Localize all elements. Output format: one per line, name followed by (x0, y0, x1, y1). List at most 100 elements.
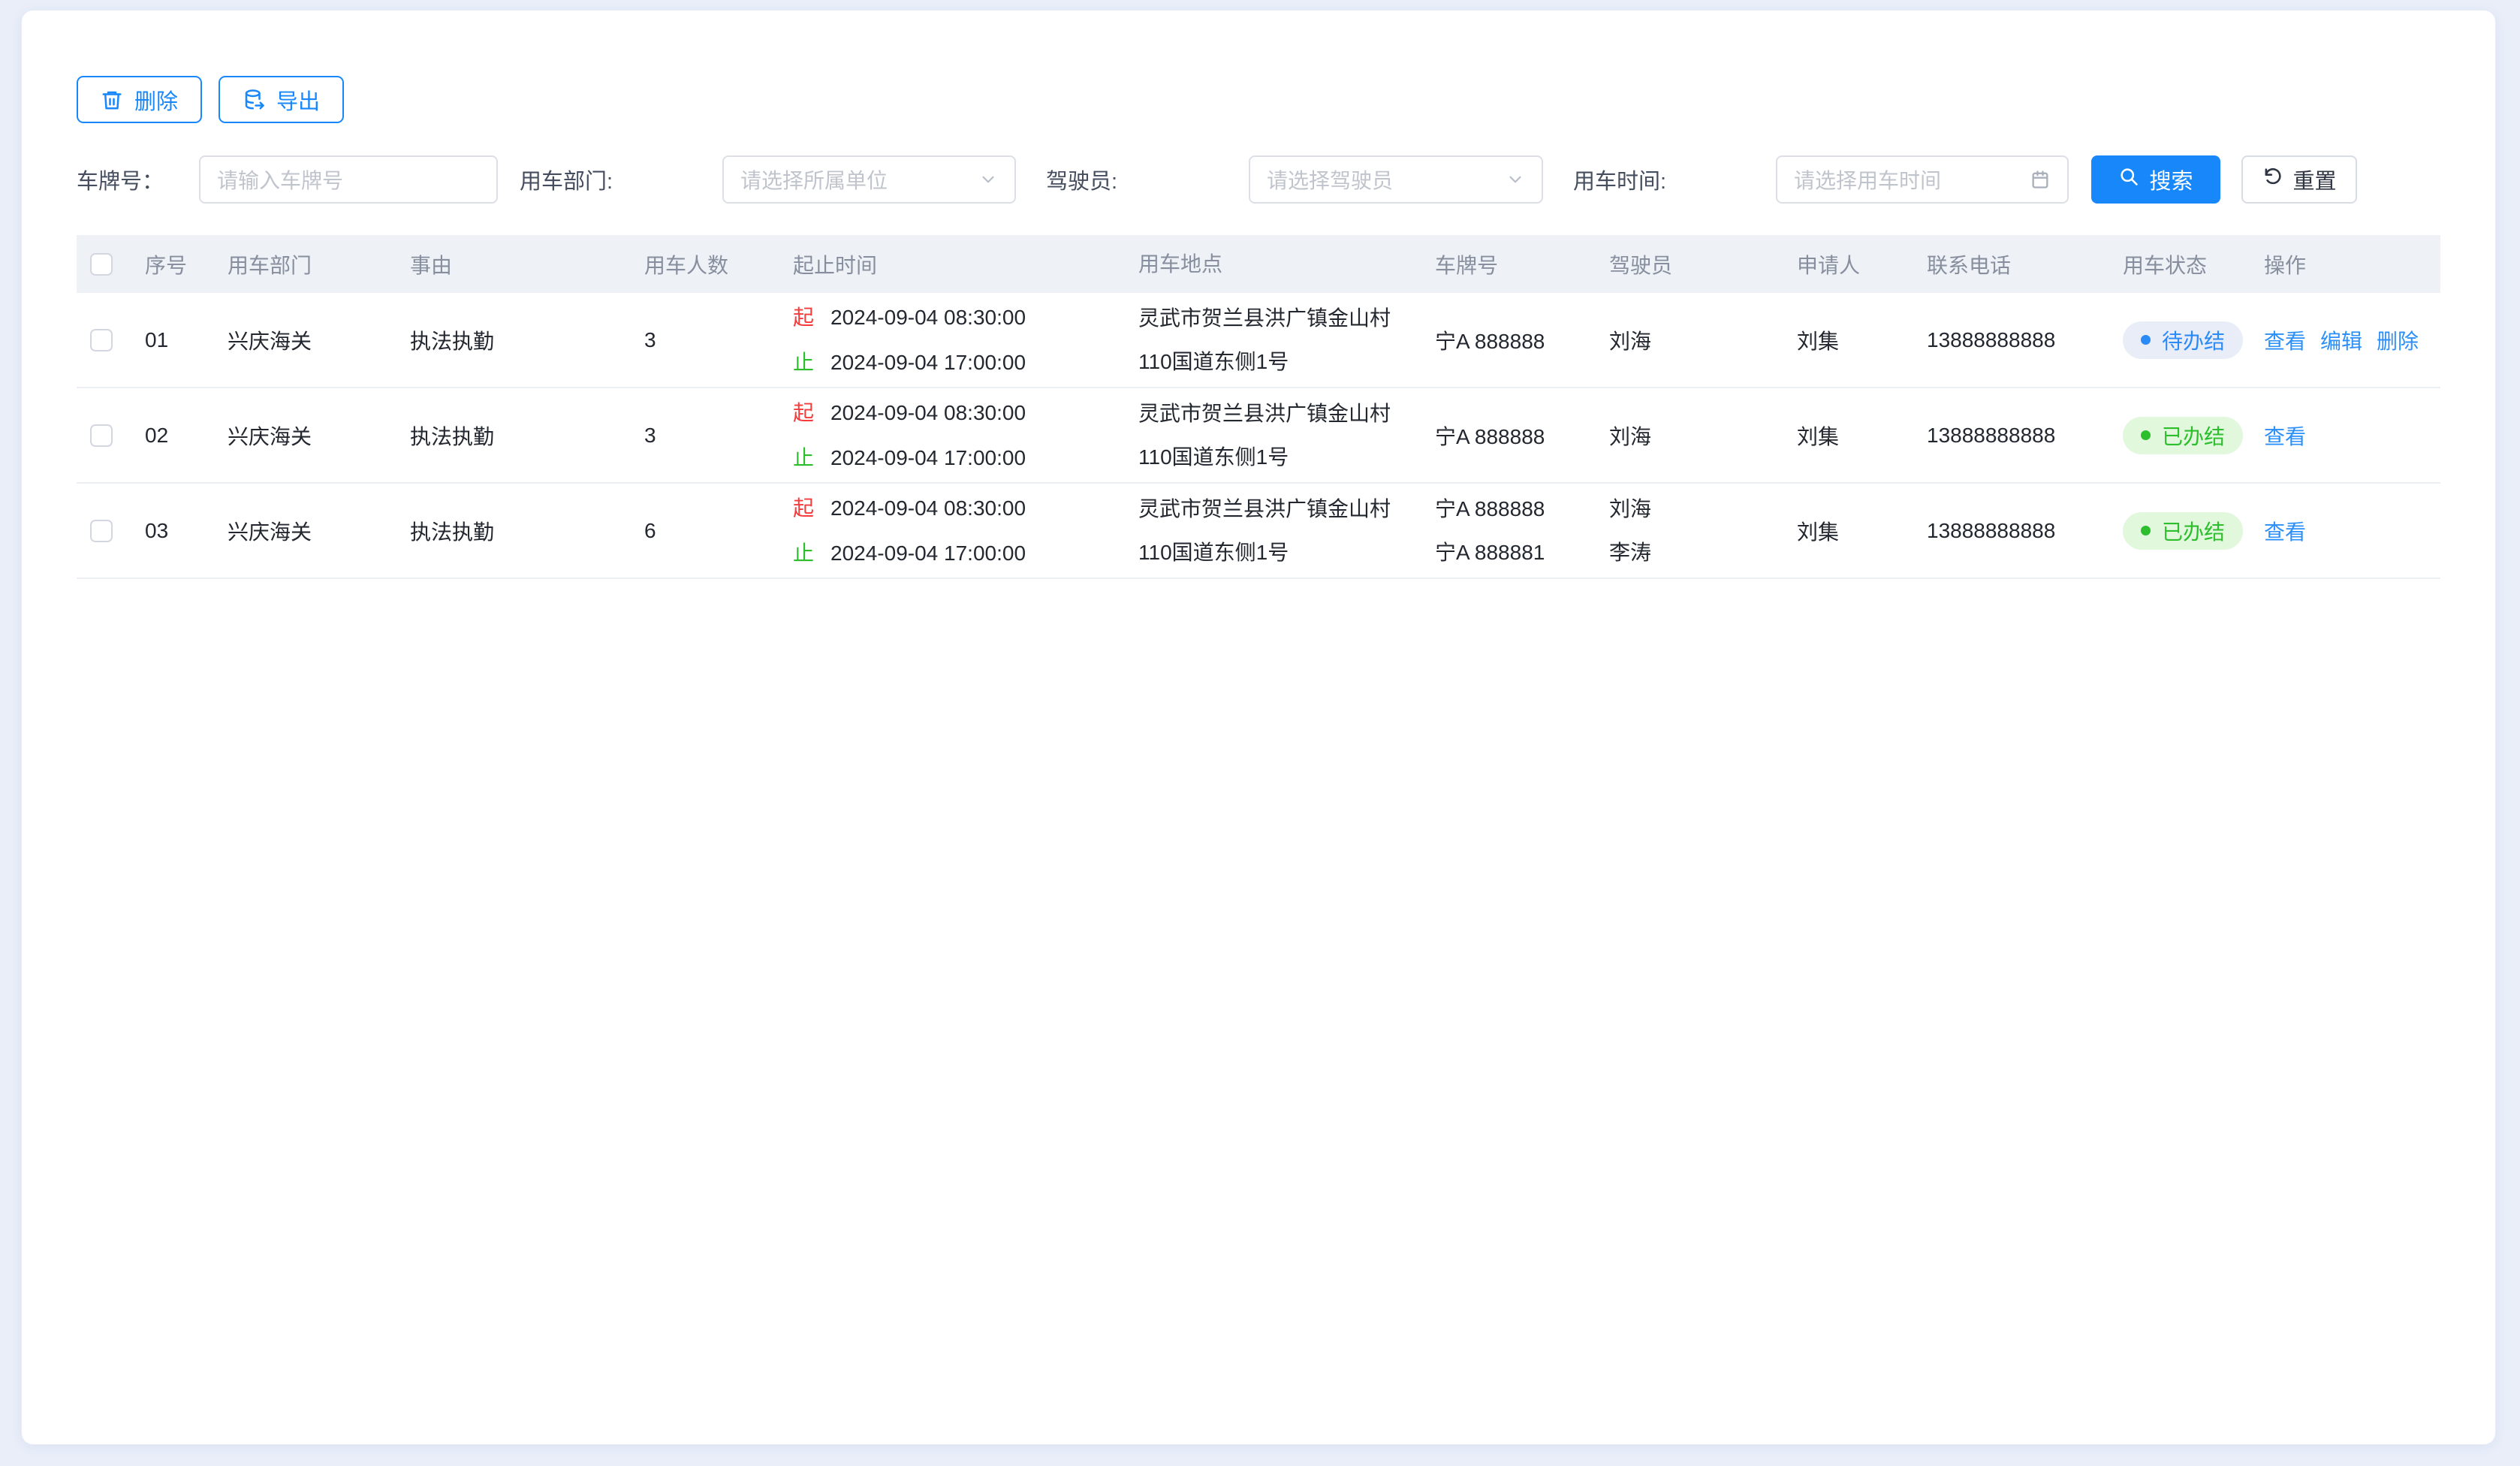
cell-actions: 查看 (2259, 516, 2442, 546)
column-header-phone: 联系电话 (1916, 249, 2118, 279)
filter-bar: 车牌号： 请输入车牌号 用车部门: 请选择所属单位 驾驶员: 请选择驾驶员 用车… (77, 155, 2440, 204)
export-button[interactable]: 导出 (219, 76, 344, 123)
cell-applicant: 刘集 (1786, 516, 1916, 546)
status-dot-icon (2141, 430, 2151, 440)
cell-reason: 执法执勤 (399, 421, 634, 451)
cell-department: 兴庆海关 (217, 421, 399, 451)
driver-select[interactable]: 请选择驾驶员 (1249, 155, 1543, 204)
start-tag: 起 (793, 295, 814, 340)
reset-button[interactable]: 重置 (2241, 155, 2357, 204)
driver-select-placeholder: 请选择驾驶员 (1267, 164, 1506, 195)
cell-reason: 执法执勤 (399, 325, 634, 355)
department-filter-label: 用车部门: (520, 164, 722, 195)
cell-driver: 刘海 (1599, 421, 1786, 451)
cell-applicant: 刘集 (1786, 325, 1916, 355)
plate-input-placeholder: 请输入车牌号 (217, 164, 480, 195)
content-card: 删除 导出 车牌号： 请输入车牌号 用车部门: 请选择所属单位 (21, 10, 2496, 1445)
reset-button-label: 重置 (2292, 164, 2336, 195)
column-header-plate: 车牌号 (1424, 249, 1599, 279)
cell-phone: 13888888888 (1916, 424, 2118, 448)
cell-index: 03 (134, 519, 217, 543)
column-header-index: 序号 (134, 249, 217, 279)
magnifier-icon (2118, 166, 2139, 193)
column-header-actions: 操作 (2259, 249, 2442, 279)
cell-driver: 刘海 李涛 (1599, 487, 1786, 575)
chevron-down-icon (1506, 170, 1525, 189)
cell-time: 起2024-09-04 08:30:00 止2024-09-04 17:00:0… (782, 295, 1128, 385)
status-badge: 已办结 (2123, 417, 2243, 454)
cell-department: 兴庆海关 (217, 325, 399, 355)
table-row: 03 兴庆海关 执法执勤 6 起 2024-09-04 08:30:00 止 202… (77, 484, 2440, 579)
cell-actions: 查看 (2259, 421, 2442, 451)
delete-link[interactable]: 删除 (2377, 325, 2419, 355)
cell-phone: 13888888888 (1916, 519, 2118, 543)
column-header-driver: 驾驶员 (1599, 249, 1786, 279)
vehicle-table: 序号 用车部门 事由 用车人数 起止时间 用车地点 车牌号 驾驶员 申请人 联系… (77, 235, 2440, 579)
column-header-reason: 事由 (399, 249, 634, 279)
delete-button[interactable]: 删除 (77, 76, 202, 123)
cell-location: 灵武市贺兰县洪广镇金山村110国道东侧1号 (1128, 392, 1424, 479)
cell-reason: 执法执勤 (399, 516, 634, 546)
time-filter-label: 用车时间: (1573, 164, 1776, 195)
column-header-people: 用车人数 (634, 249, 782, 279)
delete-button-label: 删除 (134, 84, 178, 116)
plate-filter-label: 车牌号： (77, 164, 199, 195)
select-all-checkbox[interactable] (90, 253, 113, 276)
search-button[interactable]: 搜索 (2091, 155, 2220, 204)
cell-location: 灵武市贺兰县洪广镇金山村110国道东侧1号 (1128, 487, 1424, 575)
end-time: 2024-09-04 17:00:00 (830, 340, 1026, 385)
start-time: 2024-09-04 08:30:00 (830, 295, 1026, 340)
page: { "colors": { "primary": "#1787fa", "pag… (0, 0, 2520, 1466)
view-link[interactable]: 查看 (2264, 516, 2306, 546)
table-row: 01 兴庆海关 执法执勤 3 起2024-09-04 08:30:00 止202… (77, 293, 2440, 388)
plate-input[interactable]: 请输入车牌号 (199, 155, 498, 204)
search-button-label: 搜索 (2149, 164, 2193, 195)
view-link[interactable]: 查看 (2264, 421, 2306, 451)
table-row: 02 兴庆海关 执法执勤 3 起2024-09-04 08:30:00 止202… (77, 388, 2440, 484)
cell-time: 起 2024-09-04 08:30:00 止 2024-09-04 17:00:0… (782, 486, 1128, 576)
column-header-department: 用车部门 (217, 249, 399, 279)
column-header-applicant: 申请人 (1786, 249, 1916, 279)
cell-location: 灵武市贺兰县洪广镇金山村110国道东侧1号 (1128, 297, 1424, 384)
department-select-placeholder: 请选择所属单位 (740, 164, 978, 195)
row-checkbox[interactable] (90, 424, 113, 447)
undo-arrow-icon (2262, 166, 2283, 193)
column-header-status: 用车状态 (2118, 249, 2259, 279)
cell-time: 起2024-09-04 08:30:00 止2024-09-04 17:00:0… (782, 391, 1128, 481)
trash-icon (101, 89, 123, 111)
end-time: 2024-09-04 17:00:00 (830, 531, 1026, 576)
driver-filter-label: 驾驶员: (1046, 164, 1249, 195)
cell-driver: 刘海 (1599, 325, 1786, 355)
edit-link[interactable]: 编辑 (2320, 325, 2362, 355)
cell-phone: 13888888888 (1916, 328, 2118, 352)
cell-applicant: 刘集 (1786, 421, 1916, 451)
cell-plate: 宁A 888888 宁A 888881 (1424, 487, 1599, 575)
toolbar: 删除 导出 (77, 76, 2440, 123)
start-time: 2024-09-04 08:30:00 (830, 486, 1026, 531)
view-link[interactable]: 查看 (2264, 325, 2306, 355)
calendar-icon (2030, 169, 2051, 190)
row-checkbox[interactable] (90, 520, 113, 542)
row-checkbox[interactable] (90, 329, 113, 351)
table-header-row: 序号 用车部门 事由 用车人数 起止时间 用车地点 车牌号 驾驶员 申请人 联系… (77, 235, 2440, 293)
department-select[interactable]: 请选择所属单位 (722, 155, 1016, 204)
time-date-picker[interactable]: 请选择用车时间 (1776, 155, 2069, 204)
cell-actions: 查看 编辑 删除 (2259, 325, 2442, 355)
cell-index: 02 (134, 424, 217, 448)
start-time: 2024-09-04 08:30:00 (830, 391, 1026, 436)
end-tag: 止 (793, 436, 814, 481)
cell-people: 3 (634, 328, 782, 352)
status-dot-icon (2141, 526, 2151, 535)
database-export-icon (243, 89, 265, 111)
start-tag: 起 (793, 486, 814, 531)
cell-status: 已办结 (2118, 512, 2259, 550)
cell-plate: 宁A 888888 (1424, 325, 1599, 355)
status-badge: 待办结 (2123, 321, 2243, 359)
time-picker-placeholder: 请选择用车时间 (1794, 164, 2030, 195)
status-dot-icon (2141, 335, 2151, 345)
cell-index: 01 (134, 328, 217, 352)
cell-plate: 宁A 888888 (1424, 421, 1599, 451)
end-tag: 止 (793, 531, 814, 576)
cell-department: 兴庆海关 (217, 516, 399, 546)
cell-people: 6 (634, 519, 782, 543)
